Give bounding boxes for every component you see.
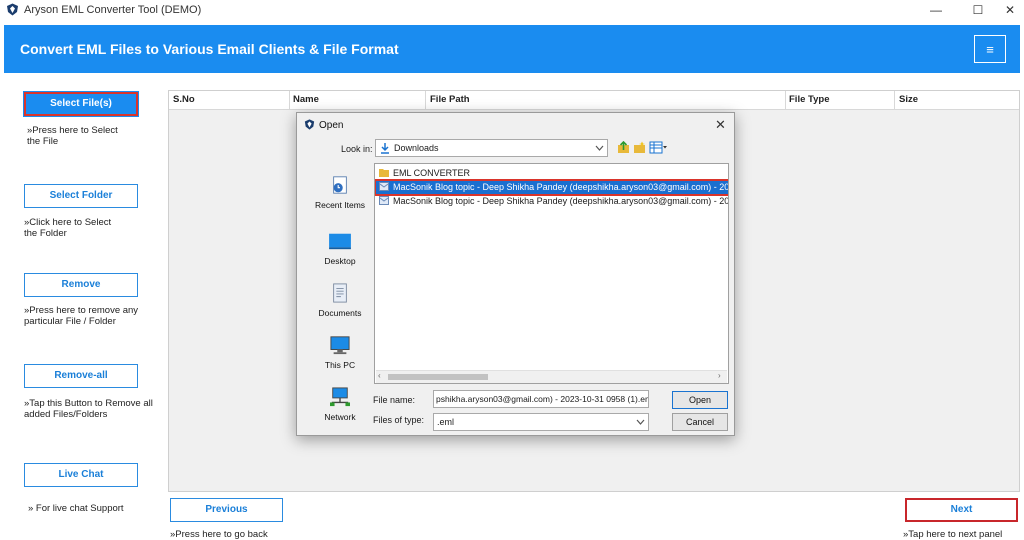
horizontal-scrollbar[interactable]: ‹ › xyxy=(376,370,727,383)
hint-line: »Press here to Select xyxy=(27,125,118,136)
file-type-value: .eml xyxy=(437,417,455,427)
place-recent-items[interactable]: Recent Items xyxy=(307,175,373,210)
remove-all-button[interactable]: Remove-all xyxy=(24,364,138,388)
live-chat-hint: » For live chat Support xyxy=(28,503,124,514)
open-file-dialog: Open ✕ Look in: Downloads Recent Items D… xyxy=(296,112,735,436)
email-file-icon xyxy=(379,182,389,191)
hint-line: particular File / Folder xyxy=(24,316,116,327)
place-this-pc[interactable]: This PC xyxy=(307,335,373,370)
folder-icon xyxy=(379,169,389,177)
file-name: EML CONVERTER xyxy=(393,168,471,178)
list-item[interactable]: EML CONVERTER xyxy=(376,167,728,180)
place-network[interactable]: Network xyxy=(307,387,373,422)
file-type-label: Files of type: xyxy=(373,415,425,425)
column-header-name[interactable]: Name xyxy=(293,94,319,105)
look-in-dropdown[interactable]: Downloads xyxy=(375,139,608,157)
previous-hint: »Press here to go back xyxy=(170,529,268,540)
live-chat-button[interactable]: Live Chat xyxy=(24,463,138,487)
file-name: MacSonik Blog topic - Deep Shikha Pandey… xyxy=(393,182,728,192)
column-header-file-path[interactable]: File Path xyxy=(430,94,470,105)
select-files-hint: »Press here to Select the File xyxy=(27,125,118,147)
hint-line: the File xyxy=(27,136,59,147)
file-name-label: File name: xyxy=(373,395,416,405)
column-header-size[interactable]: Size xyxy=(899,94,918,105)
recent-items-icon xyxy=(333,176,347,194)
download-arrow-icon xyxy=(381,143,389,154)
look-in-label: Look in: xyxy=(341,144,373,154)
hint-line: the Folder xyxy=(24,228,67,239)
documents-icon xyxy=(333,283,347,303)
hint-line: »Press here to remove any xyxy=(24,305,139,316)
hint-line: »Click here to Select xyxy=(24,217,112,228)
dialog-close-button[interactable]: ✕ xyxy=(715,117,726,133)
maximize-button[interactable]: ☐ xyxy=(970,2,986,18)
file-type-select[interactable]: .eml xyxy=(433,413,649,431)
remove-hint: »Press here to remove any particular Fil… xyxy=(24,305,138,327)
new-folder-icon[interactable] xyxy=(633,141,646,154)
column-header-file-type[interactable]: File Type xyxy=(789,94,829,105)
column-divider[interactable] xyxy=(894,91,895,109)
file-name: MacSonik Blog topic - Deep Shikha Pandey… xyxy=(393,196,728,206)
column-header-sno[interactable]: S.No xyxy=(173,94,195,105)
table-header: S.No Name File Path File Type Size xyxy=(169,91,1019,110)
next-hint: »Tap here to next panel xyxy=(903,529,1003,540)
hamburger-icon: ≡ xyxy=(986,42,994,57)
place-label: Recent Items xyxy=(314,200,366,210)
title-bar: Aryson EML Converter Tool (DEMO) — ☐ ✕ xyxy=(0,0,1024,20)
header-banner: Convert EML Files to Various Email Clien… xyxy=(4,25,1020,73)
file-name-input[interactable]: pshikha.aryson03@gmail.com) - 2023-10-31… xyxy=(433,390,649,408)
list-item-selected[interactable]: MacSonik Blog topic - Deep Shikha Pandey… xyxy=(375,179,728,196)
next-button[interactable]: Next xyxy=(905,498,1018,522)
column-divider[interactable] xyxy=(289,91,290,109)
chevron-down-icon xyxy=(595,145,604,151)
app-logo-icon xyxy=(304,119,315,130)
desktop-icon xyxy=(329,233,351,250)
select-files-button[interactable]: Select File(s) xyxy=(23,91,139,117)
file-list: EML CONVERTER MacSonik Blog topic - Deep… xyxy=(374,163,729,384)
select-folder-hint: »Click here to Select the Folder xyxy=(24,217,111,239)
this-pc-icon xyxy=(330,336,350,355)
place-label: This PC xyxy=(324,360,356,370)
remove-all-hint: »Tap this Button to Remove all added Fil… xyxy=(24,398,153,420)
email-file-icon xyxy=(379,196,389,205)
view-menu-icon[interactable] xyxy=(649,141,667,154)
chevron-down-icon xyxy=(636,419,645,425)
place-desktop[interactable]: Desktop xyxy=(307,231,373,266)
place-label: Network xyxy=(324,412,356,422)
dialog-title: Open xyxy=(319,120,344,131)
minimize-button[interactable]: — xyxy=(928,2,944,18)
file-name-value: pshikha.aryson03@gmail.com) - 2023-10-31… xyxy=(436,394,649,404)
cancel-button[interactable]: Cancel xyxy=(672,413,728,431)
list-item[interactable]: MacSonik Blog topic - Deep Shikha Pandey… xyxy=(376,195,728,208)
page-title: Convert EML Files to Various Email Clien… xyxy=(20,41,399,57)
remove-button[interactable]: Remove xyxy=(24,273,138,297)
scroll-left-icon[interactable]: ‹ xyxy=(378,371,381,380)
open-button[interactable]: Open xyxy=(672,391,728,409)
hint-line: »Tap this Button to Remove all xyxy=(24,398,153,409)
place-label: Documents xyxy=(318,308,362,318)
window-title: Aryson EML Converter Tool (DEMO) xyxy=(24,4,202,16)
up-folder-icon[interactable] xyxy=(617,141,630,154)
select-folder-button[interactable]: Select Folder xyxy=(24,184,138,208)
previous-button[interactable]: Previous xyxy=(170,498,283,522)
app-logo-icon xyxy=(7,3,18,16)
place-documents[interactable]: Documents xyxy=(307,283,373,318)
scroll-right-icon[interactable]: › xyxy=(718,371,721,380)
places-bar: Recent Items Desktop Documents This PC N… xyxy=(307,165,373,427)
column-divider[interactable] xyxy=(785,91,786,109)
close-button[interactable]: ✕ xyxy=(1002,2,1018,18)
column-divider[interactable] xyxy=(425,91,426,109)
network-icon xyxy=(330,387,350,407)
look-in-value: Downloads xyxy=(394,143,439,153)
hint-line: added Files/Folders xyxy=(24,409,108,420)
place-label: Desktop xyxy=(324,256,356,266)
menu-button[interactable]: ≡ xyxy=(974,35,1006,63)
scrollbar-thumb[interactable] xyxy=(388,374,488,380)
